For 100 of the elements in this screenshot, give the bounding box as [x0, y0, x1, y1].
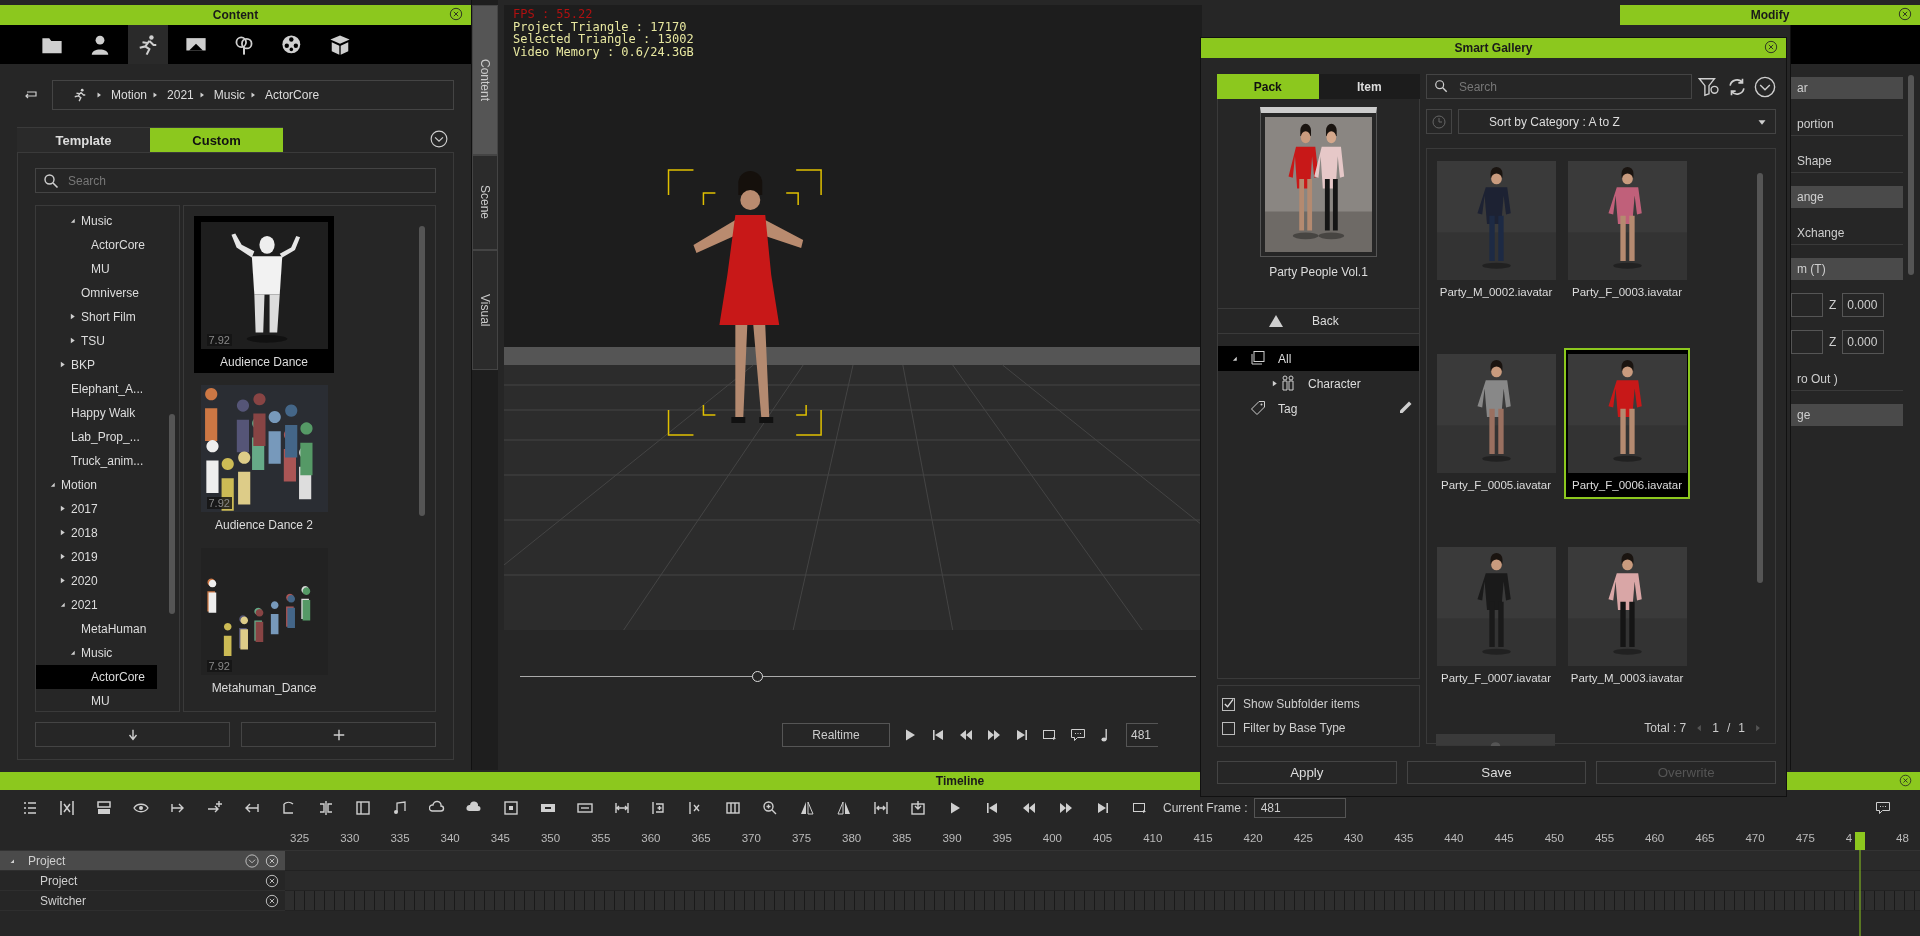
section-header[interactable]: m (T)	[1791, 258, 1903, 280]
dialog-button[interactable]: Save	[1406, 761, 1587, 784]
sort-dropdown[interactable]: Sort by Category : A to Z	[1458, 109, 1776, 134]
close-icon[interactable]	[1898, 7, 1912, 21]
caret-icon[interactable]	[58, 600, 67, 609]
gallery-item[interactable]: Party_M_0002.iavatar	[1433, 155, 1559, 306]
caret-icon[interactable]	[48, 480, 57, 489]
pencil-icon[interactable]	[1397, 400, 1413, 416]
checkbox[interactable]	[1222, 697, 1235, 711]
tree-item[interactable]: TSU	[81, 334, 105, 348]
realtime-button[interactable]: Realtime	[782, 723, 890, 747]
caret-icon[interactable]	[58, 576, 67, 585]
caret-icon[interactable]	[58, 504, 67, 513]
tree-item[interactable]: 2018	[71, 526, 98, 540]
pack-thumbnail[interactable]	[1260, 107, 1377, 257]
caret-icon[interactable]	[68, 336, 77, 345]
gallery-item[interactable]: Party_F_0006.iavatar	[1564, 348, 1690, 499]
collapse-icon[interactable]	[430, 130, 448, 148]
range-icon[interactable]	[873, 800, 889, 816]
scrollbar[interactable]	[169, 414, 175, 614]
list-icon[interactable]	[22, 800, 38, 816]
section-header[interactable]: ange	[1791, 186, 1903, 208]
tree-item[interactable]: Omniverse	[81, 286, 139, 300]
tree-item[interactable]: 2020	[71, 574, 98, 588]
number-field[interactable]: 0.000	[1842, 330, 1885, 354]
tab[interactable]	[127, 25, 168, 64]
caret-icon[interactable]	[68, 312, 77, 321]
breadcrumb-link[interactable]: Motion	[111, 88, 148, 102]
breadcrumb-link[interactable]: Music	[213, 88, 246, 102]
close-icon[interactable]	[1899, 774, 1912, 787]
side-tab[interactable]: Content	[472, 5, 498, 155]
close-icon[interactable]	[449, 7, 463, 21]
section-header[interactable]: ge	[1791, 404, 1903, 426]
caret-icon[interactable]	[68, 216, 77, 225]
tree-item[interactable]: All	[1218, 346, 1419, 371]
back-button[interactable]: Back	[1218, 309, 1419, 334]
tree-item[interactable]: Happy Walk	[71, 406, 136, 420]
note-icon[interactable]	[392, 800, 408, 816]
section-header[interactable]: ar	[1791, 77, 1903, 99]
scrollbar[interactable]	[1908, 75, 1914, 275]
content-tile[interactable]: 7.92 Audience Dance 2	[194, 379, 334, 536]
tree-item[interactable]: Lab_Prop_...	[71, 430, 140, 444]
playhead[interactable]	[1855, 832, 1865, 936]
skip-start-icon[interactable]	[930, 727, 946, 743]
tab[interactable]: Template	[17, 127, 150, 152]
caret-icon[interactable]	[58, 360, 67, 369]
tree-item[interactable]: Motion	[61, 478, 98, 492]
side-tab[interactable]: Scene	[472, 155, 498, 250]
export-icon[interactable]	[910, 800, 926, 816]
caption-icon[interactable]	[1070, 727, 1086, 743]
gallery-item[interactable]: Party_M_0003.iavatar	[1564, 541, 1690, 692]
tree-item[interactable]: Music	[81, 646, 113, 660]
tree-item[interactable]: ActorCore	[91, 238, 146, 252]
running-figure-icon[interactable]	[73, 88, 87, 102]
tree-item[interactable]: 2019	[71, 550, 98, 564]
close-icon[interactable]	[1764, 40, 1778, 54]
search-field[interactable]: Search	[35, 168, 436, 193]
columns-icon[interactable]	[725, 800, 741, 816]
gallery-item[interactable]: Party_F_0007.iavatar	[1433, 541, 1559, 692]
stack-icon[interactable]	[96, 800, 112, 816]
fast-forward-icon[interactable]	[1058, 800, 1074, 816]
fast-forward-icon[interactable]	[986, 727, 1002, 743]
dialog-button[interactable]: Apply	[1217, 761, 1397, 784]
current-frame-field[interactable]: 481	[1253, 798, 1346, 818]
bracket-icon[interactable]	[355, 800, 371, 816]
tab[interactable]: Item	[1318, 74, 1420, 99]
tree-item[interactable]: 2017	[71, 502, 98, 516]
number-field[interactable]: 0.000	[1842, 293, 1885, 317]
side-tab[interactable]: Visual	[472, 250, 498, 370]
stretch-icon[interactable]	[614, 800, 630, 816]
flip-icon[interactable]	[799, 800, 815, 816]
tab[interactable]: Custom	[150, 127, 283, 152]
caret-icon[interactable]	[1270, 379, 1279, 388]
caret-icon[interactable]	[58, 528, 67, 537]
subtitle-icon[interactable]	[1875, 800, 1891, 816]
tree-item[interactable]: MetaHuman	[81, 622, 147, 636]
frame-field[interactable]: 481	[1126, 723, 1158, 747]
stretch-icon[interactable]	[577, 800, 593, 816]
gallery-item[interactable]: Party_F_0003.iavatar	[1564, 155, 1690, 306]
scrollbar[interactable]	[419, 226, 425, 516]
skip-start-icon[interactable]	[984, 800, 1000, 816]
frame-icon[interactable]	[59, 800, 75, 816]
split-icon[interactable]	[318, 800, 334, 816]
caret-icon[interactable]	[58, 552, 67, 561]
breadcrumb-link[interactable]: ActorCore	[265, 88, 320, 102]
tree-item[interactable]: Character	[1218, 371, 1419, 396]
caret-icon[interactable]	[1230, 354, 1239, 363]
collapse-icon[interactable]	[1754, 75, 1776, 98]
flip-icon[interactable]	[836, 800, 852, 816]
gallery-item[interactable]: Party_F_0005.iavatar	[1433, 348, 1559, 499]
loop-icon[interactable]	[1132, 800, 1148, 816]
rewind-icon[interactable]	[1021, 800, 1037, 816]
skip-end-icon[interactable]	[1095, 800, 1111, 816]
skip-end-icon[interactable]	[1014, 727, 1030, 743]
content-tile[interactable]: 7.92 Audience Dance	[194, 216, 334, 373]
tree-item[interactable]: MU	[91, 262, 110, 276]
filter-icon[interactable]	[1698, 75, 1720, 98]
loop-icon[interactable]	[1042, 727, 1058, 743]
tab[interactable]: Pack	[1217, 74, 1319, 99]
content-tile[interactable]: 7.92 Metahuman_Dance	[194, 542, 334, 699]
